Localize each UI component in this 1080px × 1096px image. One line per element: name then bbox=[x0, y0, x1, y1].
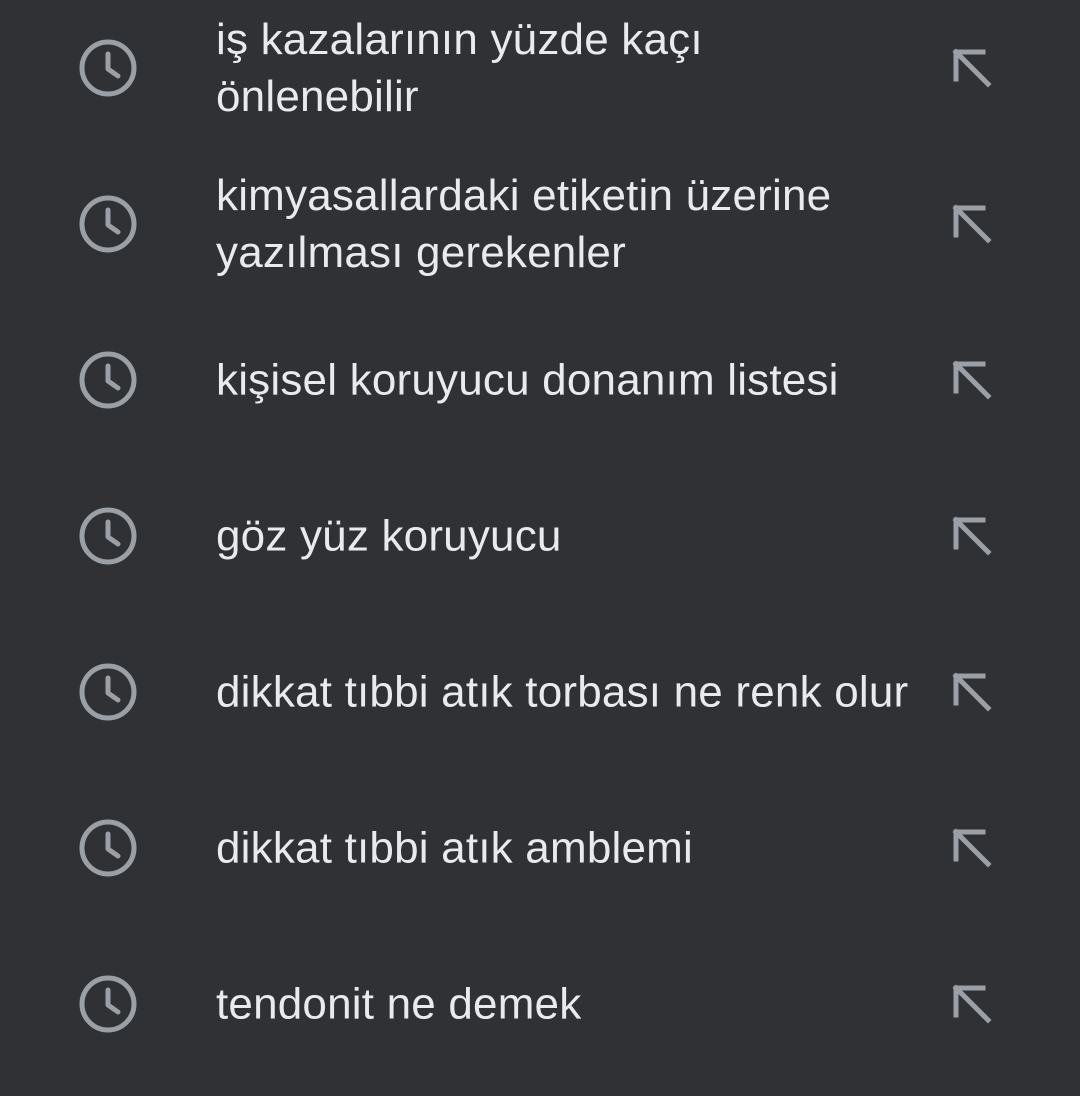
arrow-up-left-icon[interactable] bbox=[946, 666, 998, 718]
arrow-up-left-icon[interactable] bbox=[946, 822, 998, 874]
search-suggestion-list: iş kazalarının yüzde kaçı önlenebilir ki… bbox=[0, 0, 1080, 1096]
suggestion-row[interactable]: kişisel koruyucu donanım listesi bbox=[0, 302, 1080, 458]
suggestion-text: dikkat tıbbi atık torbası ne renk olur bbox=[216, 667, 909, 717]
arrow-up-left-icon[interactable] bbox=[946, 42, 998, 94]
history-icon bbox=[78, 194, 138, 254]
suggestion-row[interactable]: dikkat tıbbi atık amblemi bbox=[0, 770, 1080, 926]
history-icon bbox=[78, 506, 138, 566]
suggestion-row[interactable]: dikkat tıbbi atık torbası ne renk olur bbox=[0, 614, 1080, 770]
suggestion-row[interactable]: tendonit ne demek bbox=[0, 926, 1080, 1082]
history-icon bbox=[78, 38, 138, 98]
arrow-up-left-icon[interactable] bbox=[946, 510, 998, 562]
arrow-up-left-icon[interactable] bbox=[946, 354, 998, 406]
suggestion-text: iş kazalarının yüzde kaçı önlenebilir bbox=[216, 15, 703, 121]
arrow-up-left-icon[interactable] bbox=[946, 978, 998, 1030]
suggestion-row[interactable]: kimyasallardaki etiketin üzerine yazılma… bbox=[0, 146, 1080, 302]
history-icon bbox=[78, 818, 138, 878]
history-icon bbox=[78, 974, 138, 1034]
suggestion-text: göz yüz koruyucu bbox=[216, 511, 562, 561]
suggestion-row[interactable]: iş kazalarının yüzde kaçı önlenebilir bbox=[0, 0, 1080, 146]
suggestion-text: tendonit ne demek bbox=[216, 979, 582, 1029]
suggestion-text: dikkat tıbbi atık amblemi bbox=[216, 823, 693, 873]
suggestion-text: kimyasallardaki etiketin üzerine yazılma… bbox=[216, 171, 832, 277]
history-icon bbox=[78, 350, 138, 410]
arrow-up-left-icon[interactable] bbox=[946, 198, 998, 250]
suggestion-row[interactable]: göz yüz koruyucu bbox=[0, 458, 1080, 614]
history-icon bbox=[78, 662, 138, 722]
suggestion-text: kişisel koruyucu donanım listesi bbox=[216, 355, 839, 405]
